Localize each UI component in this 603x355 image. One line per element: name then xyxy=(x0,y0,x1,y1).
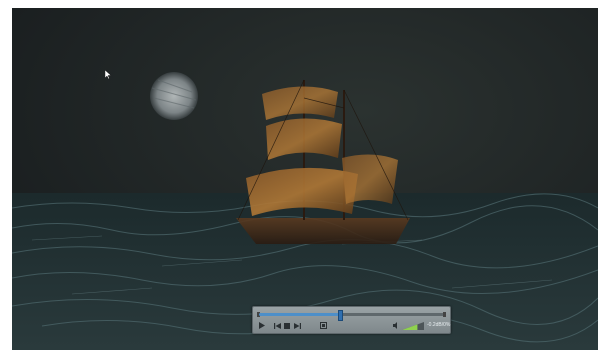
speaker-icon[interactable] xyxy=(393,322,400,329)
seek-progress xyxy=(259,313,341,316)
seek-thumb[interactable] xyxy=(338,310,344,321)
play-button[interactable] xyxy=(258,321,266,330)
next-button[interactable] xyxy=(293,321,301,330)
skip-back-icon xyxy=(273,322,281,329)
video-frame xyxy=(12,8,598,350)
fullscreen-icon xyxy=(319,322,327,329)
mouse-cursor-icon xyxy=(105,70,111,79)
skip-forward-icon xyxy=(293,322,301,329)
volume-readout: -0.2dB/0% xyxy=(427,322,451,328)
previous-button[interactable] xyxy=(273,321,281,330)
volume-level xyxy=(402,324,418,330)
seek-bar[interactable] xyxy=(257,310,446,321)
playback-controls: -0.2dB/0% xyxy=(252,306,451,334)
fullscreen-button[interactable] xyxy=(319,321,327,330)
stop-button[interactable] xyxy=(283,321,291,330)
volume-slider[interactable] xyxy=(402,322,424,330)
seek-end-marker xyxy=(443,312,446,317)
stop-icon xyxy=(284,322,290,329)
play-icon xyxy=(259,322,265,329)
video-player[interactable]: -0.2dB/0% xyxy=(12,8,598,350)
